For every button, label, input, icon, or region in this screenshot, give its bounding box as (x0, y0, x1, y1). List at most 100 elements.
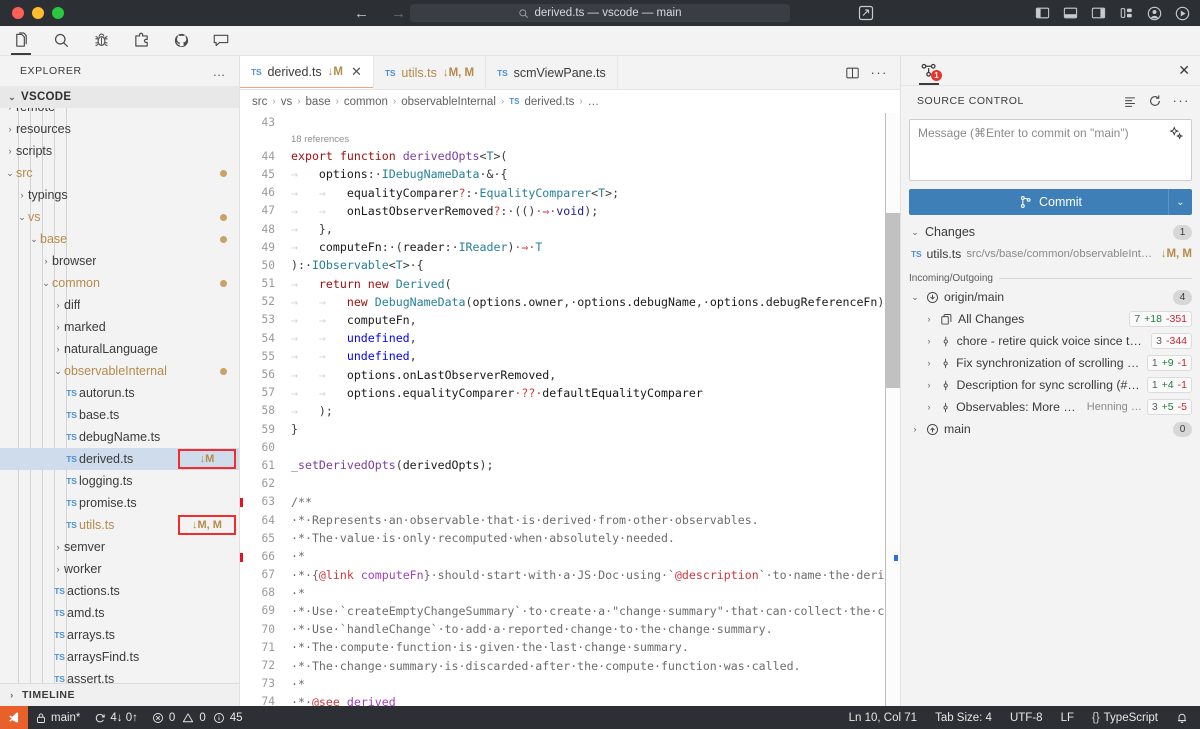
breadcrumb-item[interactable]: base (306, 96, 331, 108)
code-line[interactable]: 55→ → undefined, (243, 347, 900, 365)
navigation-arrows[interactable]: ← → (354, 6, 406, 21)
manage-icon[interactable] (1175, 6, 1190, 21)
status-language-mode[interactable]: {} TypeScript (1083, 706, 1167, 729)
activity-bar-item-extensions[interactable] (126, 27, 156, 55)
editor-tab[interactable]: TSscmViewPane.ts (486, 56, 618, 89)
tree-file-row[interactable]: TSamd.ts (0, 602, 239, 624)
status-encoding[interactable]: UTF-8 (1001, 706, 1052, 729)
changed-files-list[interactable]: TSutils.tssrc/vs/base/common/observableI… (909, 243, 1192, 265)
activity-bar-item-explorer[interactable] (6, 27, 36, 55)
code-line[interactable]: 66·* (243, 547, 900, 565)
tree-folder-row[interactable]: ⌄vs (0, 206, 239, 228)
commit-message-input[interactable]: Message (⌘Enter to commit on "main") (909, 119, 1192, 181)
explorer-more-actions-icon[interactable]: … (213, 64, 228, 79)
code-line[interactable]: 67·*·{@link computeFn}·should·start·with… (243, 566, 900, 584)
commit-row[interactable]: ›Fix synchronization of scrolling event … (909, 352, 1192, 374)
source-control-more-actions-icon[interactable]: ··· (1173, 97, 1191, 105)
toggle-secondary-sidebar-icon[interactable] (1091, 6, 1106, 20)
close-panel-icon[interactable]: ✕ (1178, 62, 1190, 79)
tree-folder-row[interactable]: ›resources (0, 118, 239, 140)
code-line[interactable]: 62 (243, 475, 900, 493)
workspace-root-row[interactable]: ⌄ VSCODE (0, 86, 239, 108)
layout-controls[interactable] (1035, 6, 1190, 21)
code-line[interactable]: 50):·IObservable<T>·{ (243, 256, 900, 274)
back-arrow-icon[interactable]: ← (354, 6, 369, 21)
breadcrumb[interactable]: src›vs›base›common›observableInternal›TS… (240, 90, 900, 113)
codelens-references[interactable]: 18 references (243, 131, 900, 147)
code-line[interactable]: 53→ → computeFn, (243, 311, 900, 329)
command-center[interactable]: derived.ts — vscode — main (410, 4, 790, 22)
code-line[interactable]: 70·*·Use·`handleChange`·to·add·a·reporte… (243, 620, 900, 638)
code-line[interactable]: 60 (243, 438, 900, 456)
activity-bar-item-search[interactable] (46, 27, 76, 55)
source-control-tab[interactable]: 1 (917, 57, 941, 85)
branch-row[interactable]: ›main0 (909, 418, 1192, 440)
status-editor-position[interactable]: Ln 10, Col 71 (840, 706, 926, 729)
code-line[interactable]: 49→ computeFn:·(reader:·IReader)·⇒·T (243, 238, 900, 256)
tree-folder-row[interactable]: ⌄base (0, 228, 239, 250)
accounts-icon[interactable] (1147, 6, 1162, 21)
sparkle-icon[interactable] (1169, 126, 1184, 141)
toggle-panel-icon[interactable] (1063, 6, 1078, 20)
code-line[interactable]: 59} (243, 420, 900, 438)
code-line[interactable]: 46→ → equalityComparer?:·EqualityCompare… (243, 184, 900, 202)
branch-history-list[interactable]: ⌄origin/main4›All Changes7+18-351›chore … (909, 286, 1192, 440)
tree-folder-row[interactable]: ›naturalLanguage (0, 338, 239, 360)
changed-file-row[interactable]: TSutils.tssrc/vs/base/common/observableI… (909, 243, 1192, 265)
breadcrumb-item[interactable]: derived.ts (524, 96, 574, 108)
tree-file-row[interactable]: TSactions.ts (0, 580, 239, 602)
changes-section-header[interactable]: ⌄ Changes 1 (909, 221, 1192, 243)
tree-folder-row[interactable]: ›worker (0, 558, 239, 580)
code-line[interactable]: 56→ → options.onLastObserverRemoved, (243, 365, 900, 383)
code-line[interactable]: 73·* (243, 675, 900, 693)
tree-file-row[interactable]: TSutils.ts↓M, M (0, 514, 239, 536)
window-controls[interactable] (0, 7, 64, 19)
code-line[interactable]: 65·*·The·value·is·only·recomputed·when·a… (243, 529, 900, 547)
editor-tab[interactable]: TSutils.ts↓M, M (374, 56, 486, 89)
breadcrumb-item[interactable]: src (252, 96, 267, 108)
commit-row[interactable]: ›chore - retire quick voice since there … (909, 330, 1192, 352)
view-as-list-icon[interactable] (1123, 95, 1137, 108)
code-line[interactable]: 74·*·@see derived (243, 693, 900, 706)
tree-folder-row[interactable]: ⌄observableInternal (0, 360, 239, 382)
breadcrumb-item[interactable]: vs (281, 96, 293, 108)
tree-file-row[interactable]: TSassert.ts (0, 668, 239, 683)
status-notifications[interactable] (1167, 706, 1200, 729)
editor-vertical-scrollbar[interactable] (886, 113, 900, 706)
code-line[interactable]: 64·*·Represents·an·observable·that·is·de… (243, 511, 900, 529)
editor-tab[interactable]: TSderived.ts↓M✕ (240, 56, 374, 89)
code-content[interactable]: 4318 references44export function derived… (243, 113, 900, 706)
scrollbar-thumb[interactable] (886, 213, 900, 388)
tree-folder-row[interactable]: ›diff (0, 294, 239, 316)
tree-folder-row[interactable]: ›scripts (0, 140, 239, 162)
tree-file-row[interactable]: TSarrays.ts (0, 624, 239, 646)
commit-row[interactable]: ›Observables: More ownersHenning …3+5-5 (909, 396, 1192, 418)
timeline-section[interactable]: › TIMELINE (0, 683, 239, 706)
toggle-primary-sidebar-icon[interactable] (1035, 6, 1050, 20)
code-line[interactable]: 57→ → options.equalityComparer·??·defaul… (243, 384, 900, 402)
tree-file-row[interactable]: TSlogging.ts (0, 470, 239, 492)
code-editor[interactable]: 4318 references44export function derived… (240, 113, 900, 706)
status-sync[interactable]: 4↓ 0↑ (87, 706, 145, 729)
activity-bar-item-github[interactable] (166, 27, 196, 55)
code-line[interactable]: 51→ return new Derived( (243, 275, 900, 293)
status-branch[interactable]: main* (28, 706, 87, 729)
code-line[interactable]: 54→ → undefined, (243, 329, 900, 347)
open-external-icon[interactable] (858, 5, 874, 21)
status-eol[interactable]: LF (1052, 706, 1083, 729)
code-line[interactable]: 47→ → onLastObserverRemoved?:·(()·⇒·void… (243, 202, 900, 220)
commit-dropdown-icon[interactable]: ⌄ (1168, 189, 1192, 215)
code-line[interactable]: 72·*·The·change·summary·is·discarded·aft… (243, 656, 900, 674)
code-line[interactable]: 58→ ); (243, 402, 900, 420)
code-line[interactable]: 45→ options:·IDebugNameData·&·{ (243, 165, 900, 183)
close-tab-icon[interactable]: ✕ (351, 64, 362, 80)
code-line[interactable]: 44export function derivedOpts<T>( (243, 147, 900, 165)
tree-folder-row[interactable]: ›remote (0, 108, 239, 118)
code-line[interactable]: 61_setDerivedOpts(derivedOpts); (243, 456, 900, 474)
tree-folder-row[interactable]: ›marked (0, 316, 239, 338)
code-line[interactable]: 69·*·Use·`createEmptyChangeSummary`·to·c… (243, 602, 900, 620)
close-window-button[interactable] (12, 7, 24, 19)
code-line[interactable]: 71·*·The·compute·function·is·given·the·l… (243, 638, 900, 656)
activity-bar-item-run-and-debug[interactable] (86, 27, 116, 55)
editor-more-actions-icon[interactable]: ··· (871, 69, 889, 77)
